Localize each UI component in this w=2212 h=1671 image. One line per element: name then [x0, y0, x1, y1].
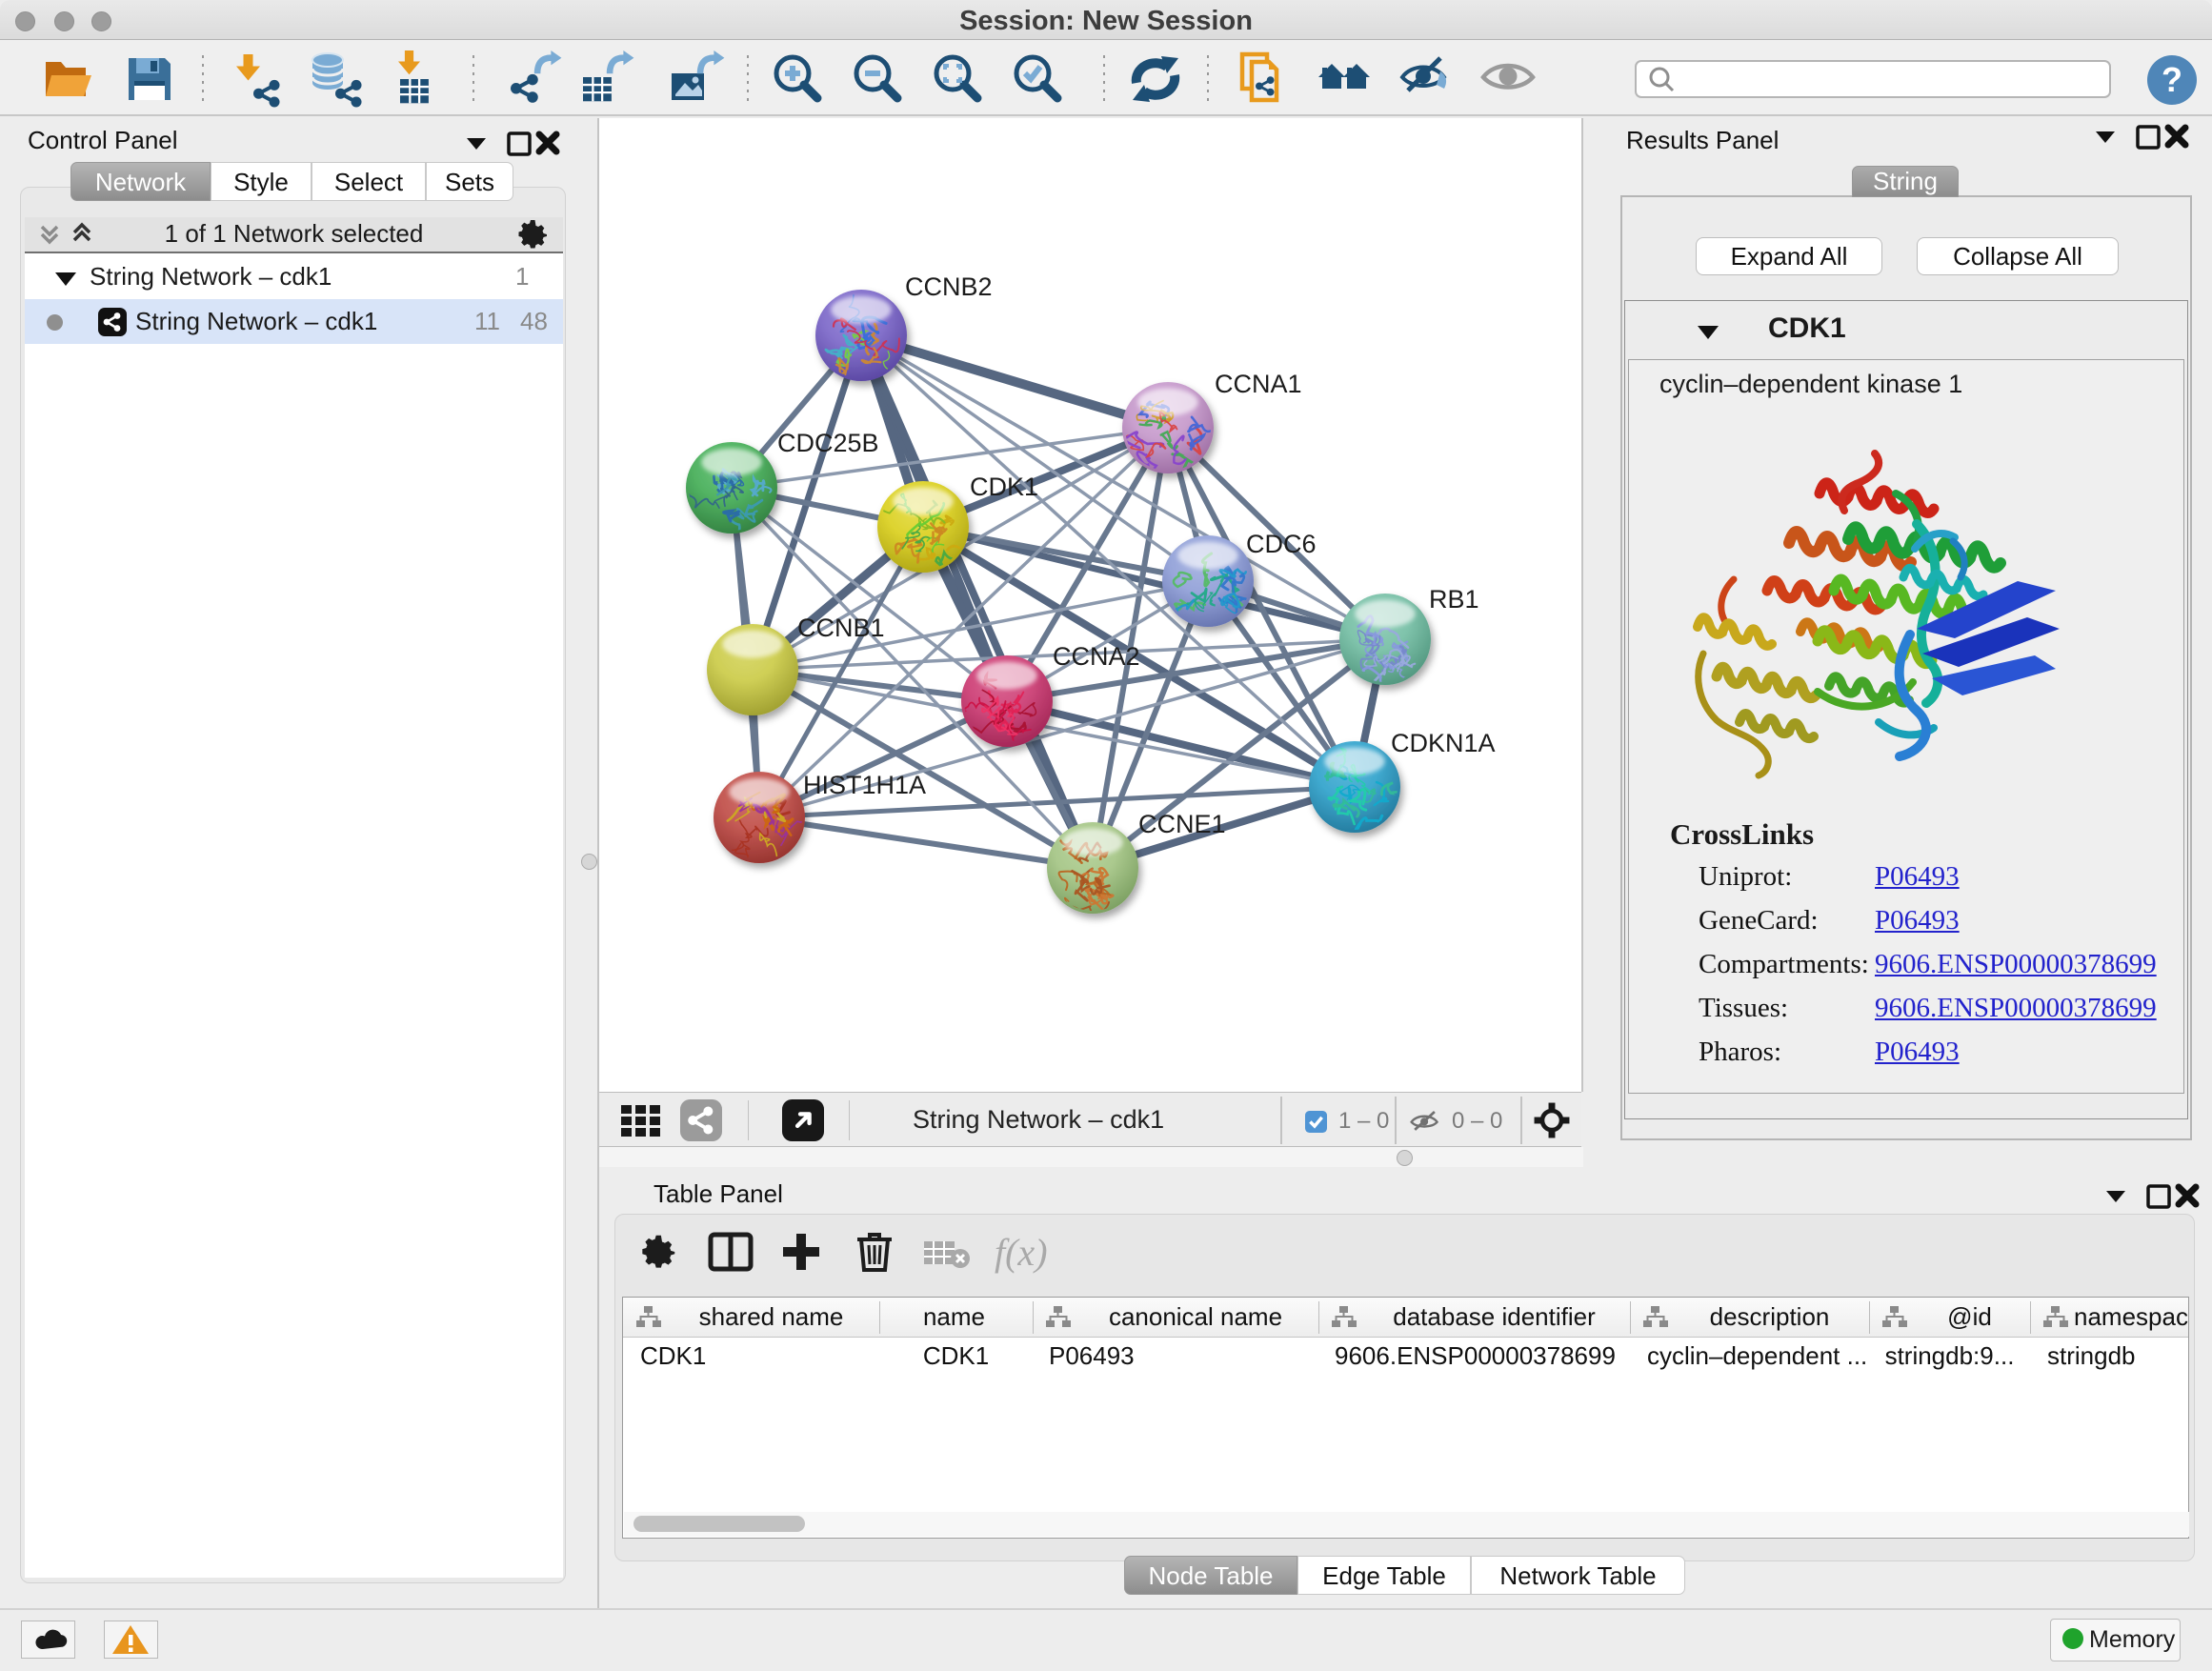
- svg-text:CDC6: CDC6: [1246, 530, 1317, 558]
- svg-text:CCNA2: CCNA2: [1053, 642, 1140, 671]
- svg-text:CDKN1A: CDKN1A: [1391, 729, 1496, 757]
- svg-text:CCNB1: CCNB1: [797, 614, 885, 642]
- svg-text:CCNA1: CCNA1: [1215, 370, 1302, 398]
- svg-text:CCNE1: CCNE1: [1138, 810, 1226, 838]
- svg-text:CDC25B: CDC25B: [777, 429, 879, 457]
- svg-text:CCNB2: CCNB2: [905, 272, 993, 301]
- svg-text:RB1: RB1: [1429, 585, 1479, 614]
- svg-text:CDK1: CDK1: [970, 473, 1038, 501]
- svg-text:?: ?: [2162, 60, 2182, 99]
- svg-text:HIST1H1A: HIST1H1A: [803, 771, 926, 799]
